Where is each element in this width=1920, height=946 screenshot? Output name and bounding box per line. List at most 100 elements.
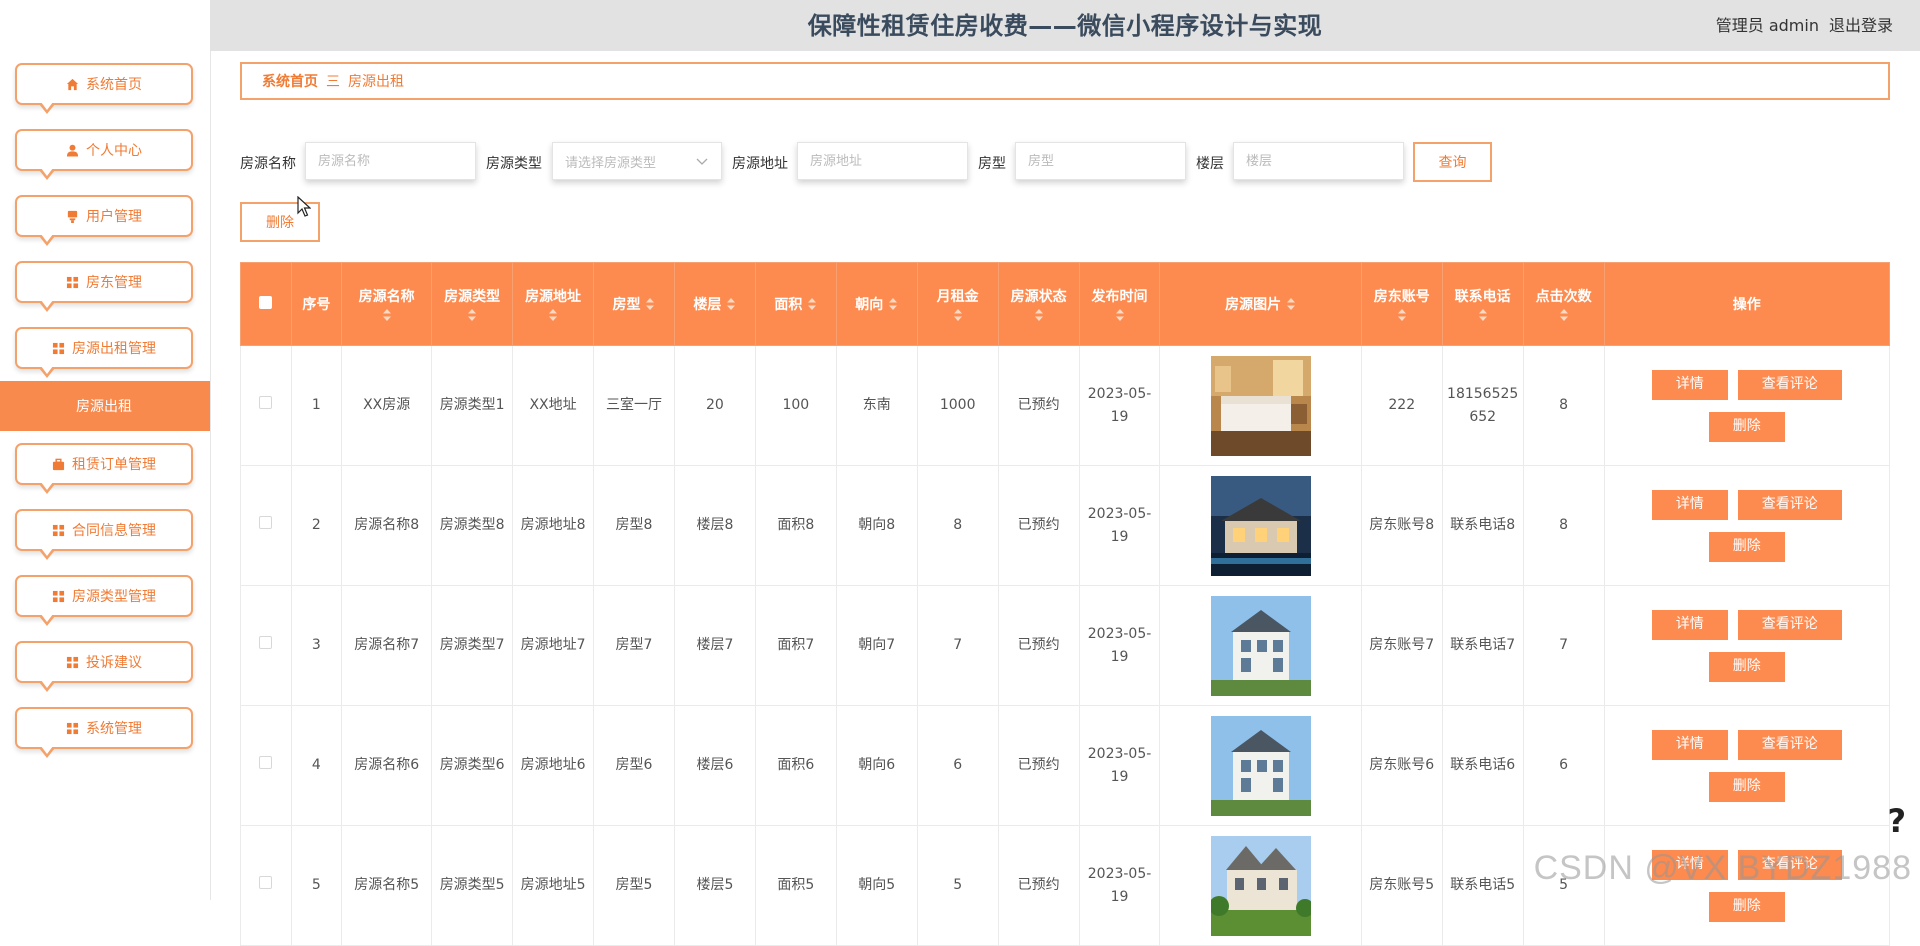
detail-button[interactable]: 详情	[1651, 369, 1728, 400]
column-header[interactable]: 房型	[593, 262, 675, 346]
sidebar-item-label: 投诉建议	[86, 655, 142, 671]
cell-phone: 联系电话6	[1441, 705, 1524, 826]
cell-owner: 房东账号7	[1360, 585, 1443, 706]
column-header: 操作	[1603, 262, 1891, 346]
sort-icon[interactable]	[807, 297, 817, 311]
sort-icon[interactable]	[1034, 308, 1044, 322]
select-all-checkbox[interactable]	[259, 295, 273, 309]
sidebar-item-users[interactable]: 用户管理	[15, 195, 193, 246]
cell-name: 房源名称7	[341, 585, 433, 706]
column-header[interactable]: 发布时间	[1078, 262, 1161, 346]
chevron-down-icon	[696, 158, 708, 165]
cell-type: 房源类型5	[431, 825, 514, 946]
row-select-cell[interactable]	[240, 465, 292, 586]
sort-icon[interactable]	[548, 308, 558, 322]
column-header[interactable]: 房源名称	[341, 262, 433, 346]
sort-icon[interactable]	[888, 297, 898, 311]
select-all-header[interactable]	[240, 262, 292, 346]
row-checkbox[interactable]	[259, 396, 273, 409]
cell-image	[1159, 825, 1362, 946]
floor-search-input[interactable]	[1233, 142, 1404, 180]
grid-icon	[52, 590, 65, 602]
delete-button[interactable]: 删除	[1708, 651, 1785, 682]
cell-clicks: 7	[1522, 585, 1605, 706]
column-header[interactable]: 点击次数	[1522, 262, 1605, 346]
cell-image	[1159, 465, 1362, 586]
sort-icon[interactable]	[382, 308, 392, 322]
column-header[interactable]: 面积	[754, 262, 837, 346]
row-checkbox[interactable]	[259, 636, 273, 649]
sidebar-item-profile[interactable]: 个人中心	[15, 129, 193, 180]
sort-icon[interactable]	[1559, 308, 1569, 322]
column-header[interactable]: 房源图片	[1159, 262, 1362, 346]
sidebar-item-complaints[interactable]: 投诉建议	[15, 641, 193, 692]
villa-white-image	[1210, 715, 1311, 816]
sidebar-item-home[interactable]: 系统首页	[15, 63, 193, 114]
cell-type: 房源类型8	[431, 465, 514, 586]
sidebar-item-rental-active[interactable]: 房源出租	[0, 381, 210, 431]
delete-button[interactable]: 删除	[1708, 411, 1785, 442]
row-select-cell[interactable]	[240, 825, 292, 946]
logout-link[interactable]: 退出登录	[1829, 16, 1893, 35]
sort-icon[interactable]	[1397, 308, 1407, 322]
breadcrumb-home[interactable]: 系统首页	[262, 71, 318, 91]
cell-actions: 详情 查看评论 删除	[1603, 345, 1891, 466]
cell-floor: 20	[673, 345, 756, 466]
column-header[interactable]: 楼层	[673, 262, 756, 346]
delete-button[interactable]: 删除	[1708, 531, 1785, 562]
sort-icon[interactable]	[645, 297, 655, 311]
detail-button[interactable]: 详情	[1651, 729, 1728, 760]
cell-area: 面积8	[754, 465, 837, 586]
view-comments-button[interactable]: 查看评论	[1737, 489, 1842, 520]
delete-button[interactable]: 删除	[1708, 891, 1785, 922]
address-search-input[interactable]	[797, 142, 968, 180]
view-comments-button[interactable]: 查看评论	[1737, 369, 1842, 400]
column-header: 序号	[290, 262, 343, 346]
column-header[interactable]: 房源地址	[512, 262, 595, 346]
view-comments-button[interactable]: 查看评论	[1737, 729, 1842, 760]
cell-rent: 5	[916, 825, 999, 946]
sidebar-item-label: 合同信息管理	[72, 523, 156, 539]
cell-actions: 详情 查看评论 删除	[1603, 585, 1891, 706]
cell-orientation: 东南	[835, 345, 918, 466]
sort-icon[interactable]	[726, 297, 736, 311]
detail-button[interactable]: 详情	[1651, 489, 1728, 520]
sort-icon[interactable]	[1286, 297, 1296, 311]
help-icon[interactable]: ?	[1887, 802, 1906, 840]
cell-time: 2023-05-19	[1078, 585, 1161, 706]
row-checkbox[interactable]	[259, 876, 273, 889]
row-checkbox[interactable]	[259, 756, 273, 769]
sort-icon[interactable]	[467, 308, 477, 322]
type-select[interactable]: 请选择房源类型	[552, 142, 722, 180]
sidebar-item-landlords[interactable]: 房东管理	[15, 261, 193, 312]
hotel-room-image	[1210, 355, 1311, 456]
row-select-cell[interactable]	[240, 345, 292, 466]
detail-button[interactable]: 详情	[1651, 609, 1728, 640]
column-header[interactable]: 房东账号	[1360, 262, 1443, 346]
sort-icon[interactable]	[1115, 308, 1125, 322]
column-header[interactable]: 房源状态	[997, 262, 1080, 346]
sidebar-item-house-types[interactable]: 房源类型管理	[15, 575, 193, 626]
query-button[interactable]: 查询	[1413, 142, 1492, 182]
sidebar-item-contracts[interactable]: 合同信息管理	[15, 509, 193, 560]
column-header[interactable]: 朝向	[835, 262, 918, 346]
row-checkbox[interactable]	[259, 516, 273, 529]
row-select-cell[interactable]	[240, 705, 292, 826]
column-header[interactable]: 房源类型	[431, 262, 514, 346]
name-search-input[interactable]	[305, 142, 476, 180]
layout-search-input[interactable]	[1015, 142, 1186, 180]
sidebar-item-system[interactable]: 系统管理	[15, 707, 193, 758]
delete-button[interactable]: 删除	[1708, 771, 1785, 802]
column-header[interactable]: 联系电话	[1441, 262, 1524, 346]
cell-floor: 楼层6	[673, 705, 756, 826]
cell-layout: 房型8	[593, 465, 675, 586]
column-header[interactable]: 月租金	[916, 262, 999, 346]
view-comments-button[interactable]: 查看评论	[1737, 609, 1842, 640]
cell-name: 房源名称5	[341, 825, 433, 946]
sidebar-item-orders[interactable]: 租赁订单管理	[15, 443, 193, 494]
sort-icon[interactable]	[953, 308, 963, 322]
cell-type: 房源类型6	[431, 705, 514, 826]
row-select-cell[interactable]	[240, 585, 292, 706]
sidebar-item-rental-manage[interactable]: 房源出租管理	[15, 327, 193, 378]
sort-icon[interactable]	[1478, 308, 1488, 322]
